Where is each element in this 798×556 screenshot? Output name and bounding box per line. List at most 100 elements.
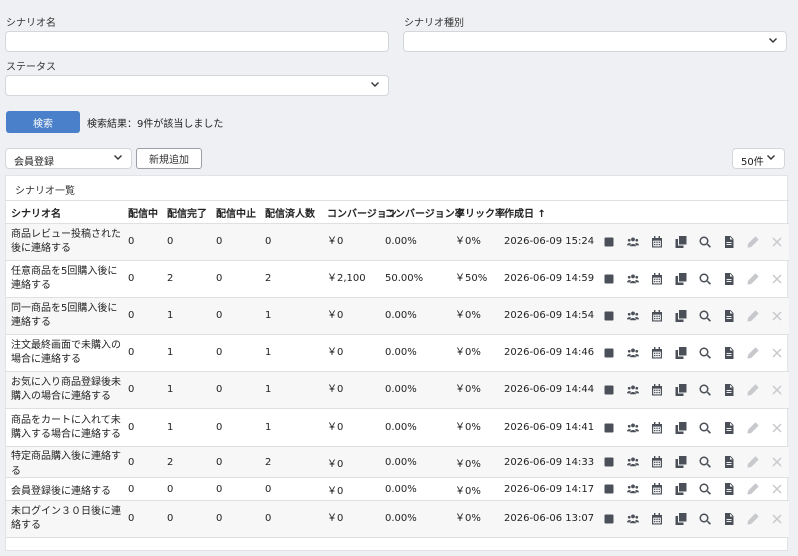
document-icon[interactable]	[722, 347, 735, 360]
edit-icon	[746, 236, 759, 249]
stop-icon[interactable]	[602, 513, 615, 526]
created-date-cell: 2026-06-09 14:54	[499, 297, 597, 335]
stopped-count-cell: 0	[211, 297, 260, 335]
search-icon[interactable]	[698, 513, 711, 526]
calendar-icon[interactable]	[650, 384, 663, 397]
scenario-type-select[interactable]	[403, 31, 787, 52]
users-icon[interactable]	[626, 421, 639, 434]
copy-icon[interactable]	[674, 513, 687, 526]
conversion-cell: ￥0	[322, 500, 380, 538]
scenario-name-cell[interactable]: 任意商品を5回購入後に連絡する	[6, 260, 123, 298]
document-icon[interactable]	[722, 421, 735, 434]
copy-icon[interactable]	[674, 483, 687, 496]
scenario-list-title: シナリオ一覧	[15, 186, 75, 197]
document-icon[interactable]	[722, 236, 735, 249]
users-icon[interactable]	[626, 236, 639, 249]
calendar-icon[interactable]	[650, 513, 663, 526]
scenario-name-cell[interactable]: 特定商品購入後に連絡する	[6, 446, 123, 478]
new-button[interactable]: 新規追加	[136, 148, 202, 169]
document-icon[interactable]	[722, 310, 735, 323]
stop-icon[interactable]	[602, 310, 615, 323]
document-icon[interactable]	[722, 384, 735, 397]
search-icon[interactable]	[698, 236, 711, 249]
calendar-icon[interactable]	[650, 421, 663, 434]
table-header-row: シナリオ名 配信中 配信完了 配信中止 配信済人数 コンバージョン コンバージョ…	[6, 200, 789, 224]
col-header-sent[interactable]: 配信済人数	[260, 200, 322, 224]
chevron-down-icon	[113, 152, 123, 165]
users-icon[interactable]	[626, 513, 639, 526]
col-header-actions	[597, 200, 789, 224]
click-rate-cell: ￥0%	[450, 500, 499, 538]
scenario-name-input[interactable]	[5, 31, 389, 52]
search-icon[interactable]	[698, 310, 711, 323]
copy-icon[interactable]	[674, 236, 687, 249]
click-rate-cell: ￥0%	[450, 477, 499, 501]
users-icon[interactable]	[626, 456, 639, 469]
edit-icon	[746, 273, 759, 286]
col-header-conversion-rate[interactable]: コンバージョン率	[380, 200, 465, 224]
created-date-cell: 2026-06-06 13:07	[499, 500, 597, 538]
calendar-icon[interactable]	[650, 310, 663, 323]
scenario-name-cell[interactable]: 未ログイン３０日後に連絡する	[6, 500, 123, 538]
delete-icon	[770, 273, 783, 286]
col-header-click-rate[interactable]: クリック率	[450, 200, 505, 224]
search-icon[interactable]	[698, 273, 711, 286]
document-icon[interactable]	[722, 273, 735, 286]
search-icon[interactable]	[698, 384, 711, 397]
copy-icon[interactable]	[674, 421, 687, 434]
users-icon[interactable]	[626, 384, 639, 397]
done-count-cell: 0	[162, 477, 211, 501]
stop-icon[interactable]	[602, 483, 615, 496]
scenario-name-cell[interactable]: 商品レビュー投稿された後に連絡する	[6, 223, 123, 261]
click-rate-cell: ￥0%	[450, 446, 499, 478]
status-select[interactable]	[5, 75, 389, 96]
users-icon[interactable]	[626, 273, 639, 286]
users-icon[interactable]	[626, 347, 639, 360]
col-header-active[interactable]: 配信中	[123, 200, 162, 224]
users-icon[interactable]	[626, 310, 639, 323]
calendar-icon[interactable]	[650, 236, 663, 249]
click-rate-cell: ￥50%	[450, 260, 499, 298]
scenario-name-cell[interactable]: 注文最終画面で未購入の場合に連絡する	[6, 334, 123, 372]
search-icon[interactable]	[698, 483, 711, 496]
search-result-text: 検索結果：9件が該当しました	[87, 119, 224, 130]
sent-count-cell: 0	[260, 223, 322, 261]
done-count-cell: 2	[162, 260, 211, 298]
col-header-done[interactable]: 配信完了	[162, 200, 211, 224]
calendar-icon[interactable]	[650, 347, 663, 360]
per-page-select[interactable]: 50件	[732, 148, 785, 169]
calendar-icon[interactable]	[650, 273, 663, 286]
delete-icon	[770, 347, 783, 360]
document-icon[interactable]	[722, 513, 735, 526]
stop-icon[interactable]	[602, 421, 615, 434]
stop-icon[interactable]	[602, 236, 615, 249]
col-header-created[interactable]: 作成日 ↑	[499, 200, 597, 224]
search-button[interactable]: 検索	[6, 111, 80, 133]
search-icon[interactable]	[698, 421, 711, 434]
calendar-icon[interactable]	[650, 456, 663, 469]
search-icon[interactable]	[698, 456, 711, 469]
category-select[interactable]: 会員登録	[5, 148, 132, 169]
stop-icon[interactable]	[602, 384, 615, 397]
copy-icon[interactable]	[674, 456, 687, 469]
col-header-stopped[interactable]: 配信中止	[211, 200, 260, 224]
stop-icon[interactable]	[602, 456, 615, 469]
copy-icon[interactable]	[674, 273, 687, 286]
search-icon[interactable]	[698, 347, 711, 360]
calendar-icon[interactable]	[650, 483, 663, 496]
document-icon[interactable]	[722, 456, 735, 469]
scenario-name-cell[interactable]: お気に入り商品登録後未購入の場合に連絡する	[6, 371, 123, 409]
users-icon[interactable]	[626, 483, 639, 496]
copy-icon[interactable]	[674, 310, 687, 323]
stop-icon[interactable]	[602, 273, 615, 286]
stop-icon[interactable]	[602, 347, 615, 360]
scenario-name-cell[interactable]: 会員登録後に連絡する	[6, 477, 123, 501]
copy-icon[interactable]	[674, 347, 687, 360]
scenario-name-cell[interactable]: 商品をカートに入れて未購入する場合に連絡する	[6, 408, 123, 447]
scenario-name-cell[interactable]: 同一商品を5回購入後に連絡する	[6, 297, 123, 335]
document-icon[interactable]	[722, 483, 735, 496]
edit-icon	[746, 384, 759, 397]
col-header-conversion[interactable]: コンバージョン	[322, 200, 397, 224]
col-header-name[interactable]: シナリオ名	[6, 200, 123, 224]
copy-icon[interactable]	[674, 384, 687, 397]
